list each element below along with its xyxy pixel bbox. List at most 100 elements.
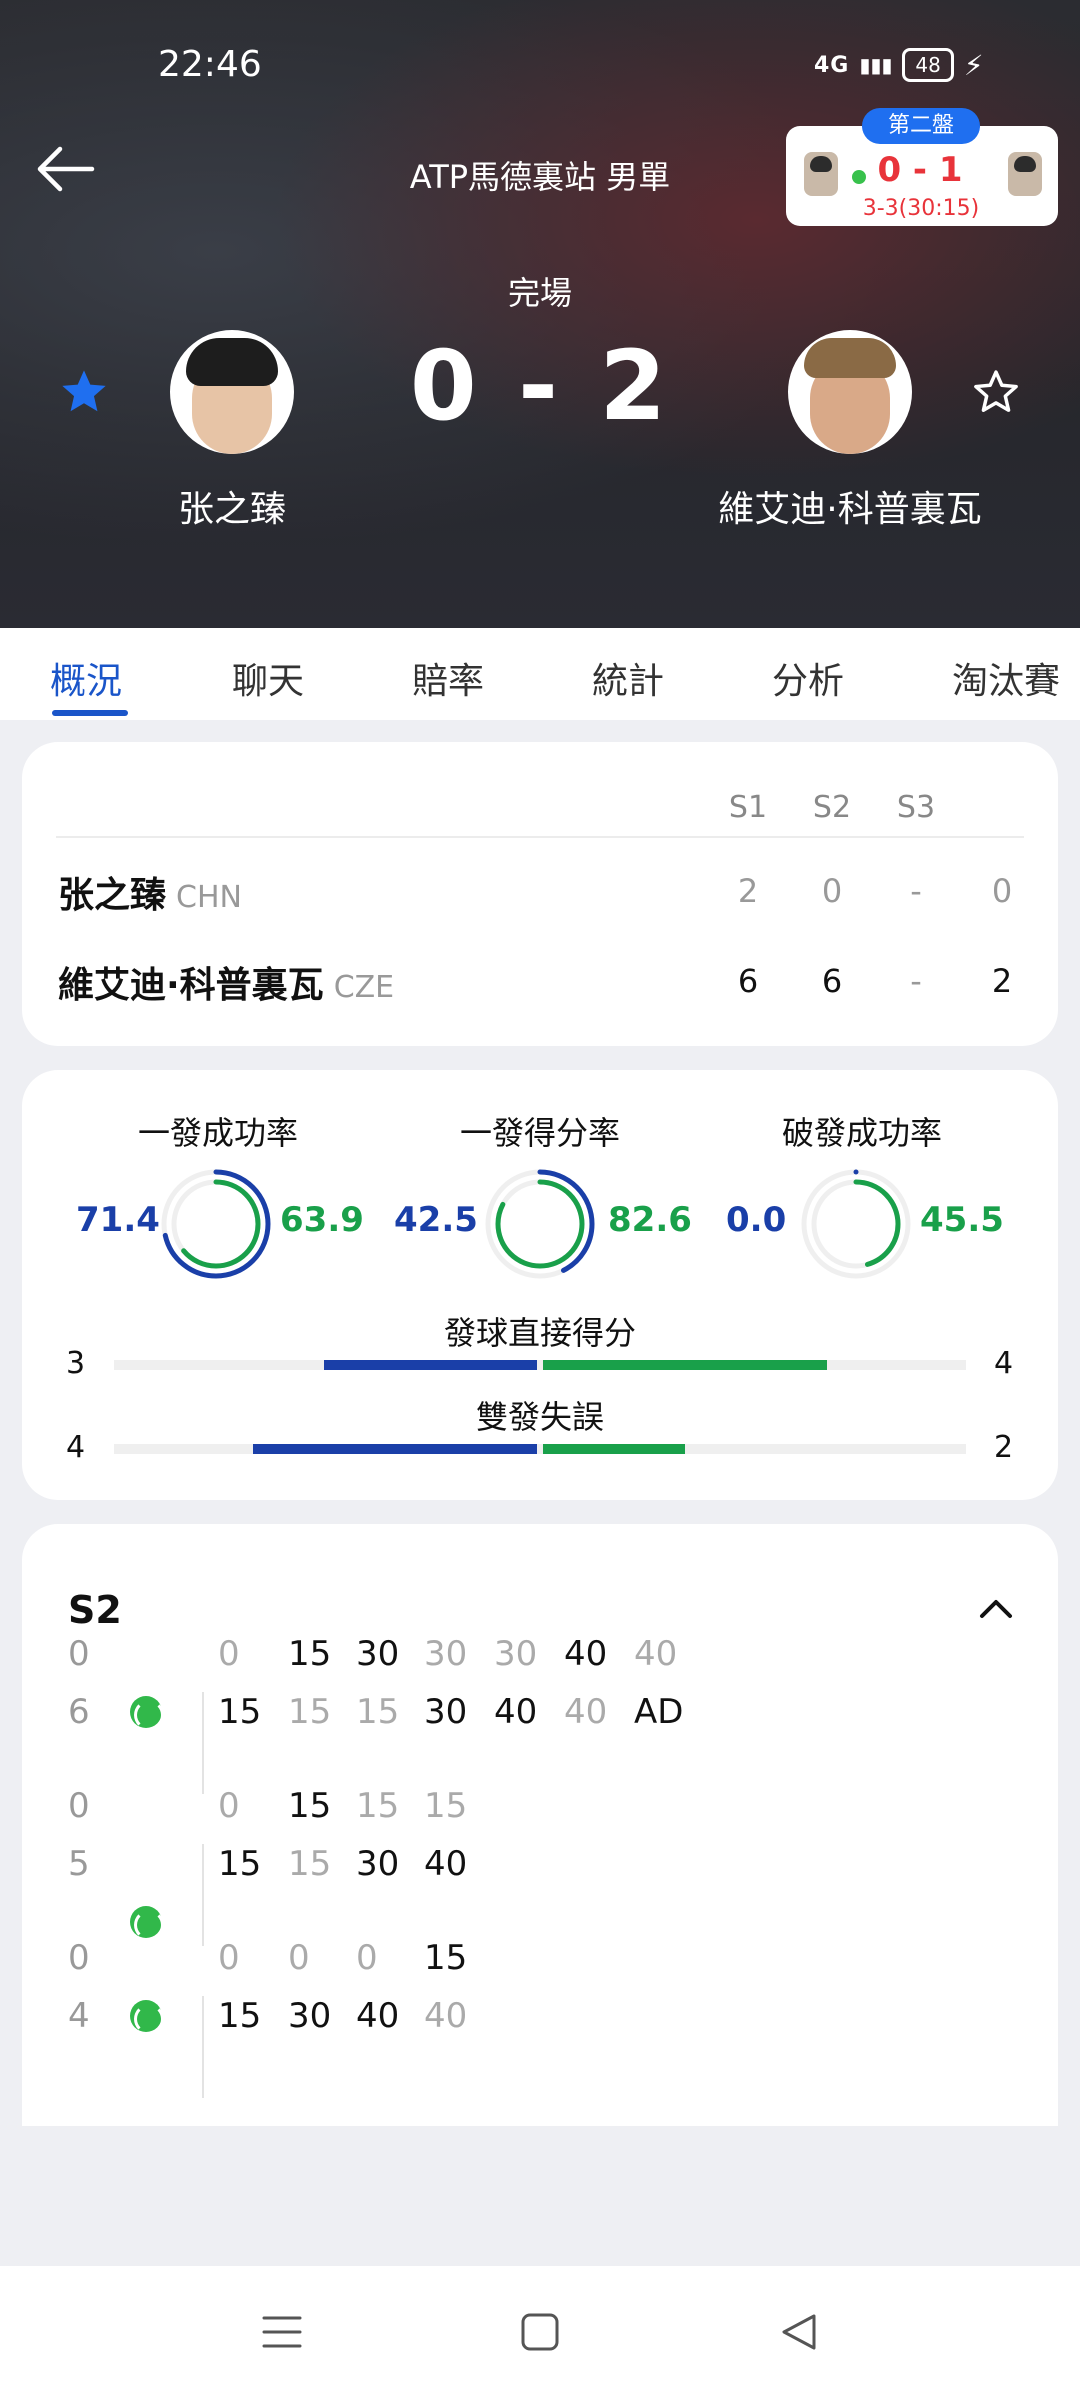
player-right-avatar[interactable]: [788, 330, 912, 454]
player-left-avatar[interactable]: [170, 330, 294, 454]
tab-analysis[interactable]: 分析: [772, 652, 844, 704]
bar-left-value: 3: [66, 1346, 86, 1381]
score-cell: 6: [821, 962, 843, 1000]
game-count-bottom: 6: [68, 1692, 90, 1732]
bar-label: 雙發失誤: [475, 1398, 604, 1436]
row-name: 张之臻: [58, 875, 167, 916]
point-bottom: 15: [218, 1692, 262, 1732]
bar-fill-right: [543, 1360, 827, 1370]
score-cell: -: [910, 872, 922, 910]
tab-bar: 概況 聊天 賠率 統計 分析 淘汰賽: [0, 628, 1080, 720]
score-cell: 0: [821, 872, 843, 910]
point-top: 0: [218, 1786, 240, 1826]
row-player-left: 张之臻 CHN: [58, 866, 242, 918]
favorite-star-icon[interactable]: [58, 366, 110, 418]
point-top: 0: [288, 1938, 310, 1978]
point-bottom: 30: [424, 1692, 468, 1732]
system-nav-bar: [0, 2266, 1080, 2400]
game-count-bottom: 5: [68, 1844, 90, 1884]
serve-ball-icon: [130, 2000, 164, 2034]
player-right-name: 維艾迪·科普裏瓦: [718, 489, 982, 530]
game-count-top: 0: [68, 1634, 90, 1674]
bar-fill-left: [324, 1360, 537, 1370]
header-s1: S1: [728, 790, 768, 825]
home-icon[interactable]: [518, 2310, 562, 2354]
match-score: 0 - 2: [409, 330, 671, 442]
bar-label: 發球直接得分: [443, 1314, 636, 1352]
header-s3: S3: [896, 790, 936, 825]
bar-fill-right: [543, 1444, 685, 1454]
favorite-star-outline-icon[interactable]: [970, 366, 1022, 418]
game-log-card: S2 0 6 0 15 15 15 30 15 30 30 30 40 40 40 40 AD 0 5 0 15 15 1…: [22, 1524, 1058, 2126]
point-bottom: 40: [424, 1844, 468, 1884]
signal-icon: ▮▮▮: [859, 53, 893, 77]
stat-ring: [801, 1169, 911, 1279]
battery-icon: 48: [902, 48, 954, 82]
stat-title: 一發成功率: [137, 1114, 298, 1152]
point-bottom: 15: [218, 1844, 262, 1884]
game-count-bottom: 4: [68, 1996, 90, 2036]
bar-track: [114, 1444, 966, 1454]
game-count-top: 0: [68, 1786, 90, 1826]
mini-game-score: 3-3(30:15): [862, 196, 980, 221]
bar-right-value: 2: [994, 1430, 1014, 1465]
game-count-top: 0: [68, 1938, 90, 1978]
score-cell: 6: [737, 962, 759, 1000]
row-name: 維艾迪·科普裏瓦: [58, 965, 324, 1006]
point-bottom: 15: [218, 1996, 262, 2036]
stats-card: 一發成功率 一發得分率 破發成功率 71.4 63.9 42.5 82.6 0.…: [22, 1070, 1058, 1500]
point-bottom: AD: [634, 1692, 684, 1732]
point-top: 15: [424, 1786, 468, 1826]
back-arrow-icon[interactable]: [34, 144, 96, 194]
charging-icon: ⚡: [963, 48, 984, 82]
point-bottom: 40: [424, 1996, 468, 2036]
row-country: CHN: [176, 880, 242, 915]
stat-title: 破發成功率: [781, 1114, 942, 1152]
tab-indicator: [52, 710, 128, 716]
bar-track: [114, 1360, 966, 1370]
serve-ball-icon: [130, 1696, 164, 1730]
total-cell: 2: [991, 962, 1013, 1000]
point-top: 15: [356, 1786, 400, 1826]
point-bottom: 30: [356, 1844, 400, 1884]
tab-odds[interactable]: 賠率: [412, 652, 484, 704]
bar-fill-left: [253, 1444, 537, 1454]
point-top: 0: [218, 1634, 240, 1674]
set-label: S2: [68, 1588, 122, 1632]
mini-avatar-left: [804, 152, 838, 196]
stat-left-value: 42.5: [394, 1200, 478, 1240]
serve-ball-icon: [130, 1906, 164, 1940]
tab-stats[interactable]: 統計: [592, 652, 664, 704]
stat-ring: [161, 1169, 271, 1279]
header-s2: S2: [812, 790, 852, 825]
tab-chat[interactable]: 聊天: [232, 652, 304, 704]
block-divider: [202, 1996, 204, 2098]
point-bottom: 40: [494, 1692, 538, 1732]
point-bottom: 15: [288, 1692, 332, 1732]
chevron-up-icon[interactable]: [976, 1592, 1016, 1622]
point-top: 15: [424, 1938, 468, 1978]
bar-left-value: 4: [66, 1430, 86, 1465]
point-top: 30: [424, 1634, 468, 1674]
stat-left-value: 0.0: [726, 1200, 787, 1240]
stat-right-value: 45.5: [920, 1200, 1004, 1240]
point-bottom: 15: [288, 1844, 332, 1884]
mini-avatar-right: [1008, 152, 1042, 196]
point-bottom: 40: [356, 1996, 400, 2036]
point-top: 30: [356, 1634, 400, 1674]
point-bottom: 40: [564, 1692, 608, 1732]
mini-set-tag: 第二盤: [862, 108, 980, 144]
point-top: 15: [288, 1786, 332, 1826]
tab-knockout[interactable]: 淘汰賽: [952, 652, 1060, 704]
score-cell: 2: [737, 872, 759, 910]
set-score-card: S1 S2 S3 张之臻 CHN 2 0 - 0 維艾迪·科普裏瓦 CZE 6 6 …: [22, 742, 1058, 1046]
menu-icon[interactable]: [260, 2310, 304, 2354]
tab-overview[interactable]: 概況: [50, 652, 122, 704]
point-top: 15: [288, 1634, 332, 1674]
network-indicator: 4G: [814, 52, 850, 78]
block-divider: [202, 1692, 204, 1794]
back-icon[interactable]: [776, 2310, 820, 2354]
row-player-right: 維艾迪·科普裏瓦 CZE: [58, 956, 394, 1008]
point-top: 30: [494, 1634, 538, 1674]
bar-right-value: 4: [994, 1346, 1014, 1381]
